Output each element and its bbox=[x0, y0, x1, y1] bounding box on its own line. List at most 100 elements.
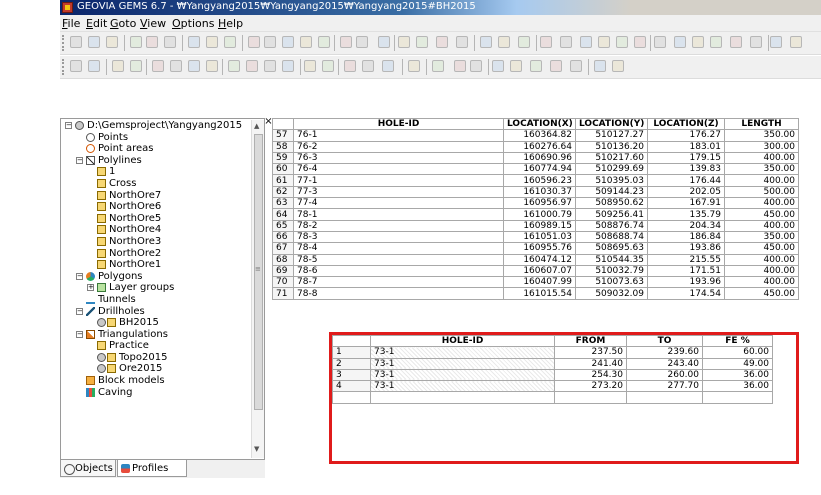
table-row[interactable]: 65 78-2 160989.15 508876.74 204.34 400.00 bbox=[272, 219, 799, 232]
table-cell[interactable]: 77-4 bbox=[293, 197, 504, 210]
table-cell[interactable]: 76-2 bbox=[293, 140, 504, 153]
table-cell[interactable]: 160989.15 bbox=[503, 219, 576, 232]
toolbar-button-icon[interactable] bbox=[612, 60, 624, 72]
table-cell[interactable]: 160364.82 bbox=[503, 129, 576, 142]
toolbar-button-icon[interactable] bbox=[634, 36, 646, 48]
toolbar-button-icon[interactable] bbox=[470, 60, 482, 72]
tree-node[interactable]: NorthOre4 bbox=[62, 224, 251, 236]
table-cell[interactable]: 78-7 bbox=[293, 276, 504, 289]
table-cell[interactable]: 509032.09 bbox=[575, 287, 648, 300]
toolbar-button-icon[interactable] bbox=[692, 36, 704, 48]
table-cell[interactable]: 77-1 bbox=[293, 174, 504, 187]
toolbar-button-icon[interactable] bbox=[492, 60, 504, 72]
table-cell[interactable]: 186.84 bbox=[647, 230, 725, 244]
table-cell[interactable]: 176.44 bbox=[647, 174, 725, 187]
row-number[interactable]: 67 bbox=[272, 242, 294, 255]
toolbar-button-icon[interactable] bbox=[356, 36, 368, 48]
row-number[interactable]: 66 bbox=[272, 230, 294, 244]
table-cell[interactable]: 350.00 bbox=[724, 230, 799, 244]
menu-options[interactable]: Options bbox=[172, 17, 214, 30]
table-cell[interactable]: 500.00 bbox=[724, 185, 799, 199]
tree-node[interactable]: Tunnels bbox=[62, 294, 251, 306]
toolbar-button-icon[interactable] bbox=[300, 36, 312, 48]
table-cell[interactable]: 350.00 bbox=[724, 129, 799, 142]
table-cell[interactable]: 78-5 bbox=[293, 253, 504, 266]
table-cell[interactable]: 204.34 bbox=[647, 219, 725, 232]
toolbar-button-icon[interactable] bbox=[378, 36, 390, 48]
toolbar-button-icon[interactable] bbox=[146, 36, 158, 48]
toolbar-button-icon[interactable] bbox=[188, 36, 200, 48]
table-cell[interactable]: 160690.96 bbox=[503, 151, 576, 165]
toolbar-button-icon[interactable] bbox=[340, 36, 352, 48]
toolbar-button-icon[interactable] bbox=[480, 36, 492, 48]
table-row[interactable]: 59 76-3 160690.96 510217.60 179.15 400.00 bbox=[272, 151, 799, 165]
table-cell[interactable]: 76-3 bbox=[293, 151, 504, 165]
toolbar-button-icon[interactable] bbox=[398, 36, 410, 48]
table-cell[interactable]: 508876.74 bbox=[575, 219, 648, 232]
table-cell[interactable]: 160276.64 bbox=[503, 140, 576, 153]
tree-node[interactable]: NorthOre1 bbox=[62, 259, 251, 271]
tree-node[interactable]: Point areas bbox=[62, 143, 251, 155]
table-cell[interactable]: 78-8 bbox=[293, 287, 504, 300]
toolbar-button-icon[interactable] bbox=[228, 60, 240, 72]
tree-node[interactable]: + Layer groups bbox=[62, 282, 251, 294]
toolbar-button-icon[interactable] bbox=[206, 60, 218, 72]
table-cell[interactable]: 179.15 bbox=[647, 151, 725, 165]
table-cell[interactable]: 510073.63 bbox=[575, 276, 648, 289]
menu-file[interactable]: File bbox=[62, 17, 80, 30]
toolbar-button-icon[interactable] bbox=[540, 36, 552, 48]
toolbar-button-icon[interactable] bbox=[382, 60, 394, 72]
tree-node[interactable]: − Polylines bbox=[62, 155, 251, 167]
table-cell[interactable]: 508950.62 bbox=[575, 197, 648, 210]
table-cell[interactable]: 161051.03 bbox=[503, 230, 576, 244]
toolbar-button-icon[interactable] bbox=[170, 60, 182, 72]
table-cell[interactable]: 183.01 bbox=[647, 140, 725, 153]
table-row[interactable]: 70 78-7 160407.99 510073.63 193.96 400.00 bbox=[272, 276, 799, 289]
table-cell[interactable]: 167.91 bbox=[647, 197, 725, 210]
toolbar-button-icon[interactable] bbox=[594, 60, 606, 72]
table-row[interactable]: 60 76-4 160774.94 510299.69 139.83 350.00 bbox=[272, 163, 799, 176]
toolbar-button-icon[interactable] bbox=[88, 36, 100, 48]
tree-node[interactable]: − Triangulations bbox=[62, 329, 251, 341]
toolbar-button-icon[interactable] bbox=[432, 60, 444, 72]
tree-node[interactable]: NorthOre5 bbox=[62, 213, 251, 225]
expand-icon[interactable]: + bbox=[87, 284, 94, 292]
table-cell[interactable]: 350.00 bbox=[724, 163, 799, 176]
toolbar-button-icon[interactable] bbox=[70, 36, 82, 48]
row-number[interactable]: 63 bbox=[272, 197, 294, 210]
toolbar-button-icon[interactable] bbox=[456, 36, 468, 48]
table-cell[interactable]: 450.00 bbox=[724, 287, 799, 300]
table-cell[interactable]: 78-2 bbox=[293, 219, 504, 232]
table-cell[interactable]: 160774.94 bbox=[503, 163, 576, 176]
table-cell[interactable]: 78-3 bbox=[293, 230, 504, 244]
toolbar-button-icon[interactable] bbox=[674, 36, 686, 48]
tab-objects[interactable]: Objects bbox=[60, 460, 116, 477]
scroll-up-icon[interactable]: ▲ bbox=[254, 122, 259, 130]
table-cell[interactable]: 160474.12 bbox=[503, 253, 576, 266]
collapse-icon[interactable]: − bbox=[65, 122, 72, 129]
tree-node[interactable]: Caving bbox=[62, 387, 251, 399]
toolbar-grip[interactable] bbox=[62, 59, 67, 75]
tree-node[interactable]: − Polygons bbox=[62, 271, 251, 283]
toolbar-button-icon[interactable] bbox=[750, 36, 762, 48]
table-cell[interactable]: 510032.79 bbox=[575, 264, 648, 278]
toolbar-button-icon[interactable] bbox=[322, 60, 334, 72]
toolbar-button-icon[interactable] bbox=[570, 60, 582, 72]
table-cell[interactable]: 400.00 bbox=[724, 219, 799, 232]
toolbar-button-icon[interactable] bbox=[770, 36, 782, 48]
tree-node[interactable]: Cross bbox=[62, 178, 251, 190]
table-row[interactable]: 67 78-4 160955.76 508695.63 193.86 450.00 bbox=[272, 242, 799, 255]
toolbar-button-icon[interactable] bbox=[510, 60, 522, 72]
table-row[interactable]: 66 78-3 161051.03 508688.74 186.84 350.00 bbox=[272, 230, 799, 244]
table-row[interactable]: 62 77-3 161030.37 509144.23 202.05 500.00 bbox=[272, 185, 799, 199]
tab-profiles[interactable]: Profiles bbox=[117, 460, 187, 477]
table-row[interactable]: 63 77-4 160956.97 508950.62 167.91 400.00 bbox=[272, 197, 799, 210]
table-cell[interactable]: 508695.63 bbox=[575, 242, 648, 255]
toolbar-button-icon[interactable] bbox=[264, 60, 276, 72]
table-cell[interactable]: 400.00 bbox=[724, 253, 799, 266]
table-cell[interactable]: 509256.41 bbox=[575, 208, 648, 221]
tree-node[interactable]: 1 bbox=[62, 166, 251, 178]
tree-node[interactable]: Practice bbox=[62, 340, 251, 352]
toolbar-button-icon[interactable] bbox=[246, 60, 258, 72]
table-cell[interactable]: 161000.79 bbox=[503, 208, 576, 221]
